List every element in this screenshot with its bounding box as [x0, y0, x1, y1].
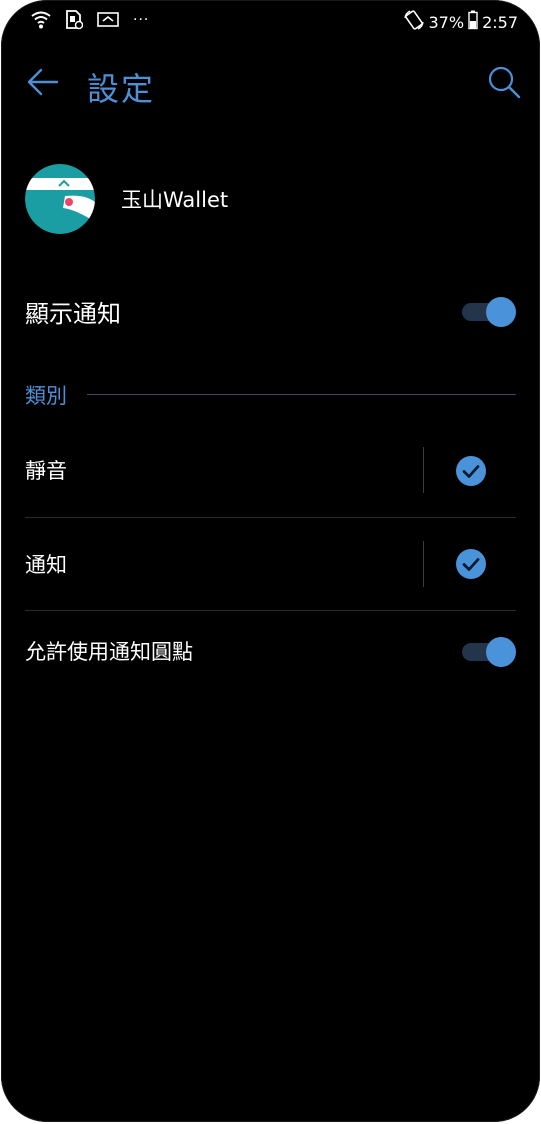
row-separator [423, 447, 424, 493]
show-notifications-toggle[interactable] [462, 297, 516, 327]
category-notifications-checkbox[interactable] [455, 548, 487, 580]
back-button[interactable] [25, 64, 61, 100]
phone-screen: ··· 37% 2:57 設定 玉山Wallet 顯示通知 類別 靜音 通知 允… [1, 0, 540, 1122]
app-logo-icon [25, 164, 95, 234]
status-bar: ··· 37% 2:57 [1, 0, 540, 44]
show-notifications-row[interactable]: 顯示通知 [25, 290, 516, 332]
wifi-icon [31, 11, 51, 33]
toggle-thumb [486, 637, 516, 667]
category-row-silent[interactable]: 靜音 [25, 447, 516, 493]
show-notifications-label: 顯示通知 [25, 299, 121, 328]
rotate-icon [403, 9, 425, 35]
battery-percent: 37% [428, 12, 465, 32]
category-label: 靜音 [25, 459, 67, 483]
category-row-notifications[interactable]: 通知 [25, 541, 516, 587]
search-button[interactable] [486, 64, 522, 100]
page-title: 設定 [87, 70, 156, 108]
app-bar: 設定 [1, 56, 540, 116]
section-divider [87, 394, 516, 395]
status-right: 37% 2:57 [403, 9, 518, 35]
category-label: 通知 [25, 553, 67, 577]
clock: 2:57 [482, 12, 518, 32]
status-left: ··· [31, 10, 149, 34]
more-indicator: ··· [133, 12, 150, 28]
app-info: 玉山Wallet [25, 163, 228, 235]
allow-badge-toggle[interactable] [462, 637, 516, 667]
sim-icon [65, 10, 84, 34]
screencast-icon [97, 11, 119, 33]
category-header-label: 類別 [25, 384, 67, 408]
allow-badge-label: 允許使用通知圓點 [25, 640, 193, 664]
check-circle-icon [456, 456, 486, 486]
allow-badge-row[interactable]: 允許使用通知圓點 [25, 630, 516, 672]
arrow-left-icon [27, 68, 59, 96]
category-section-header: 類別 [25, 380, 516, 410]
search-icon [488, 66, 521, 99]
app-name: 玉山Wallet [121, 188, 229, 212]
divider [25, 517, 516, 518]
divider [25, 610, 516, 611]
category-silent-checkbox[interactable] [455, 455, 487, 487]
check-circle-icon [456, 549, 486, 579]
battery-icon [468, 10, 478, 34]
toggle-thumb [486, 297, 516, 327]
row-separator [423, 541, 424, 587]
